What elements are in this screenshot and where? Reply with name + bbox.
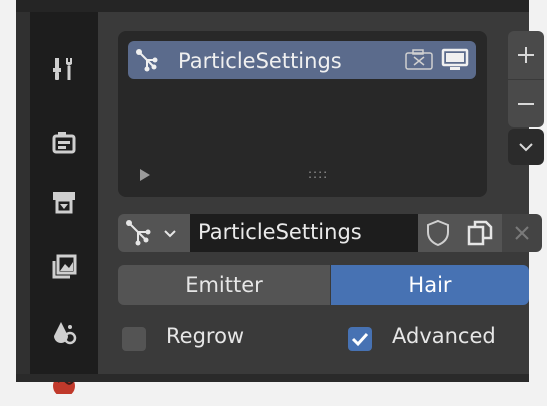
minus-icon	[518, 103, 534, 105]
list-item-label: ParticleSettings	[178, 49, 342, 73]
advanced-checkbox[interactable]	[348, 327, 372, 351]
checkmark-icon	[351, 332, 369, 347]
tab-output[interactable]	[34, 174, 94, 228]
monitor-icon[interactable]	[440, 48, 470, 72]
render-icon	[52, 132, 76, 154]
list-resize-grip[interactable]: ::::	[308, 167, 328, 181]
camera-icon[interactable]	[404, 49, 434, 71]
fake-user-button[interactable]	[418, 214, 458, 252]
regrow-checkbox[interactable]	[122, 327, 146, 351]
editor-header-strip	[16, 0, 529, 12]
type-emitter-button[interactable]: Emitter	[118, 265, 330, 305]
type-hair-button[interactable]: Hair	[331, 265, 529, 305]
unlink-button[interactable]	[502, 214, 542, 252]
duplicate-button[interactable]	[458, 214, 502, 252]
tab-tool[interactable]	[34, 42, 94, 96]
close-icon	[515, 226, 529, 240]
panel-bottom-edge	[16, 374, 529, 382]
properties-tab-bar	[30, 12, 98, 394]
add-remove-group	[508, 31, 544, 127]
remove-slot-button[interactable]	[508, 79, 544, 128]
browse-particle-settings-button[interactable]	[118, 214, 190, 252]
chevron-down-icon	[164, 230, 176, 238]
particle-settings-name: ParticleSettings	[198, 220, 362, 244]
tab-view-layer[interactable]	[34, 240, 94, 294]
particles-icon	[126, 220, 151, 246]
output-icon	[53, 192, 75, 214]
regrow-label: Regrow	[166, 324, 245, 348]
chevron-down-icon	[519, 143, 533, 152]
scene-icon	[54, 322, 77, 345]
list-filter-toggle[interactable]	[140, 169, 150, 181]
particles-icon	[136, 49, 158, 72]
list-item[interactable]: ParticleSettings	[128, 41, 476, 79]
advanced-label: Advanced	[392, 324, 496, 348]
add-slot-button[interactable]	[508, 31, 544, 79]
plus-icon	[518, 47, 534, 63]
tab-render[interactable]	[34, 116, 94, 170]
view-layer-icon	[52, 254, 77, 279]
duplicate-icon	[467, 220, 493, 246]
particle-settings-name-field[interactable]: ParticleSettings	[190, 214, 418, 252]
shield-icon	[427, 219, 449, 247]
tool-icon	[53, 58, 72, 80]
particle-system-list[interactable]: ParticleSettings ::::	[118, 31, 487, 197]
specials-menu-button[interactable]	[508, 129, 544, 165]
